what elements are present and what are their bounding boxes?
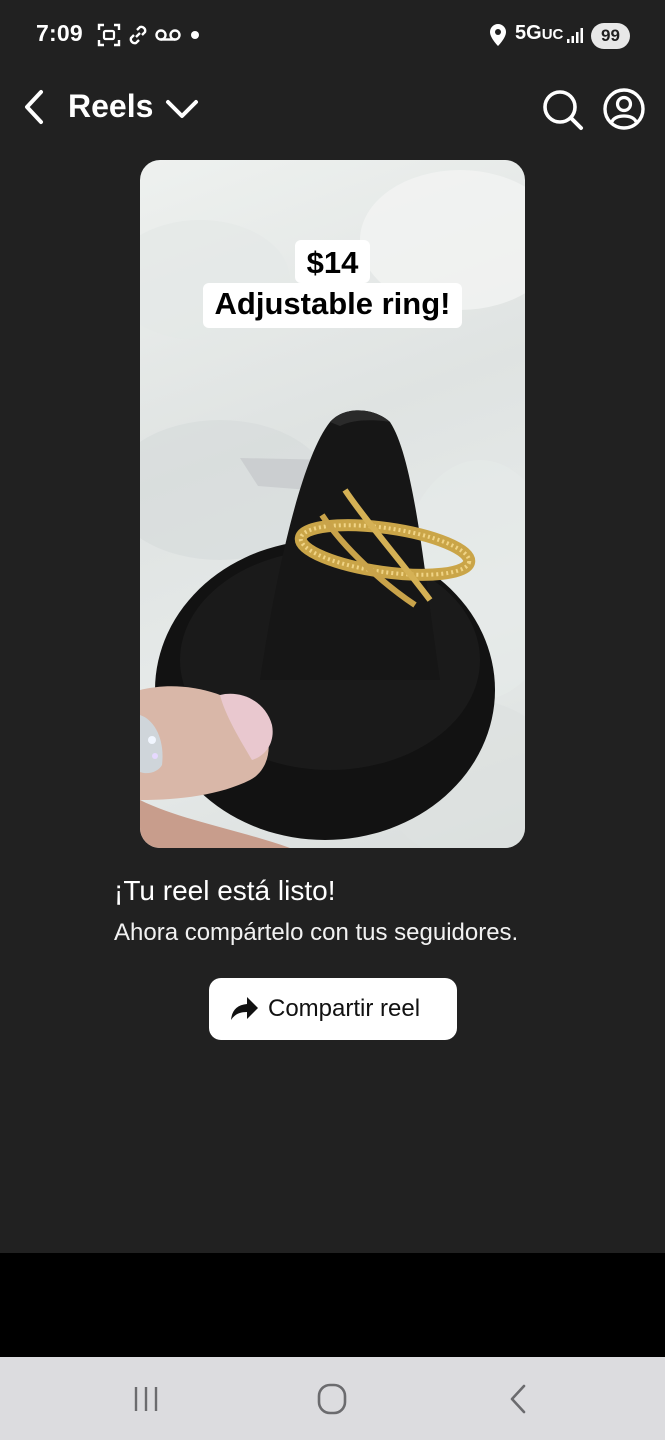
- back-arrow-icon[interactable]: [16, 84, 52, 130]
- share-arrow-icon: [231, 997, 258, 1020]
- share-reel-button[interactable]: Compartir reel: [209, 978, 457, 1040]
- signal-icon: [567, 28, 583, 43]
- caption-price: $14: [294, 240, 371, 283]
- page-title[interactable]: Reels: [68, 88, 153, 125]
- chevron-down-icon[interactable]: [164, 94, 200, 124]
- home-icon[interactable]: [312, 1381, 352, 1417]
- search-icon[interactable]: [539, 86, 585, 132]
- link-icon: [129, 25, 147, 45]
- network-indicator: 5GUC: [515, 22, 563, 45]
- reel-caption: $14 Adjustable ring!: [0, 240, 665, 328]
- caption-text: Adjustable ring!: [202, 283, 463, 328]
- share-reel-label: Compartir reel: [268, 995, 421, 1022]
- system-nav-bar: [0, 1357, 665, 1440]
- recent-apps-icon[interactable]: [126, 1381, 166, 1417]
- screenshot-icon: [97, 23, 121, 47]
- back-icon[interactable]: [498, 1381, 538, 1417]
- voicemail-icon: [155, 29, 181, 41]
- network-sub: UC: [541, 26, 564, 43]
- notification-dot: [191, 31, 199, 39]
- location-icon: [490, 24, 506, 46]
- network-type: 5G: [515, 22, 542, 44]
- status-time: 7:09: [36, 20, 83, 46]
- ready-subtitle: Ahora compártelo con tus seguidores.: [114, 919, 519, 946]
- profile-icon[interactable]: [601, 86, 647, 132]
- app-header: Reels: [0, 72, 665, 148]
- battery-indicator: 99: [591, 23, 630, 49]
- bottom-band: [0, 1253, 665, 1357]
- status-bar: 7:09 5GUC 99: [0, 0, 665, 72]
- ready-title: ¡Tu reel está listo!: [114, 875, 336, 906]
